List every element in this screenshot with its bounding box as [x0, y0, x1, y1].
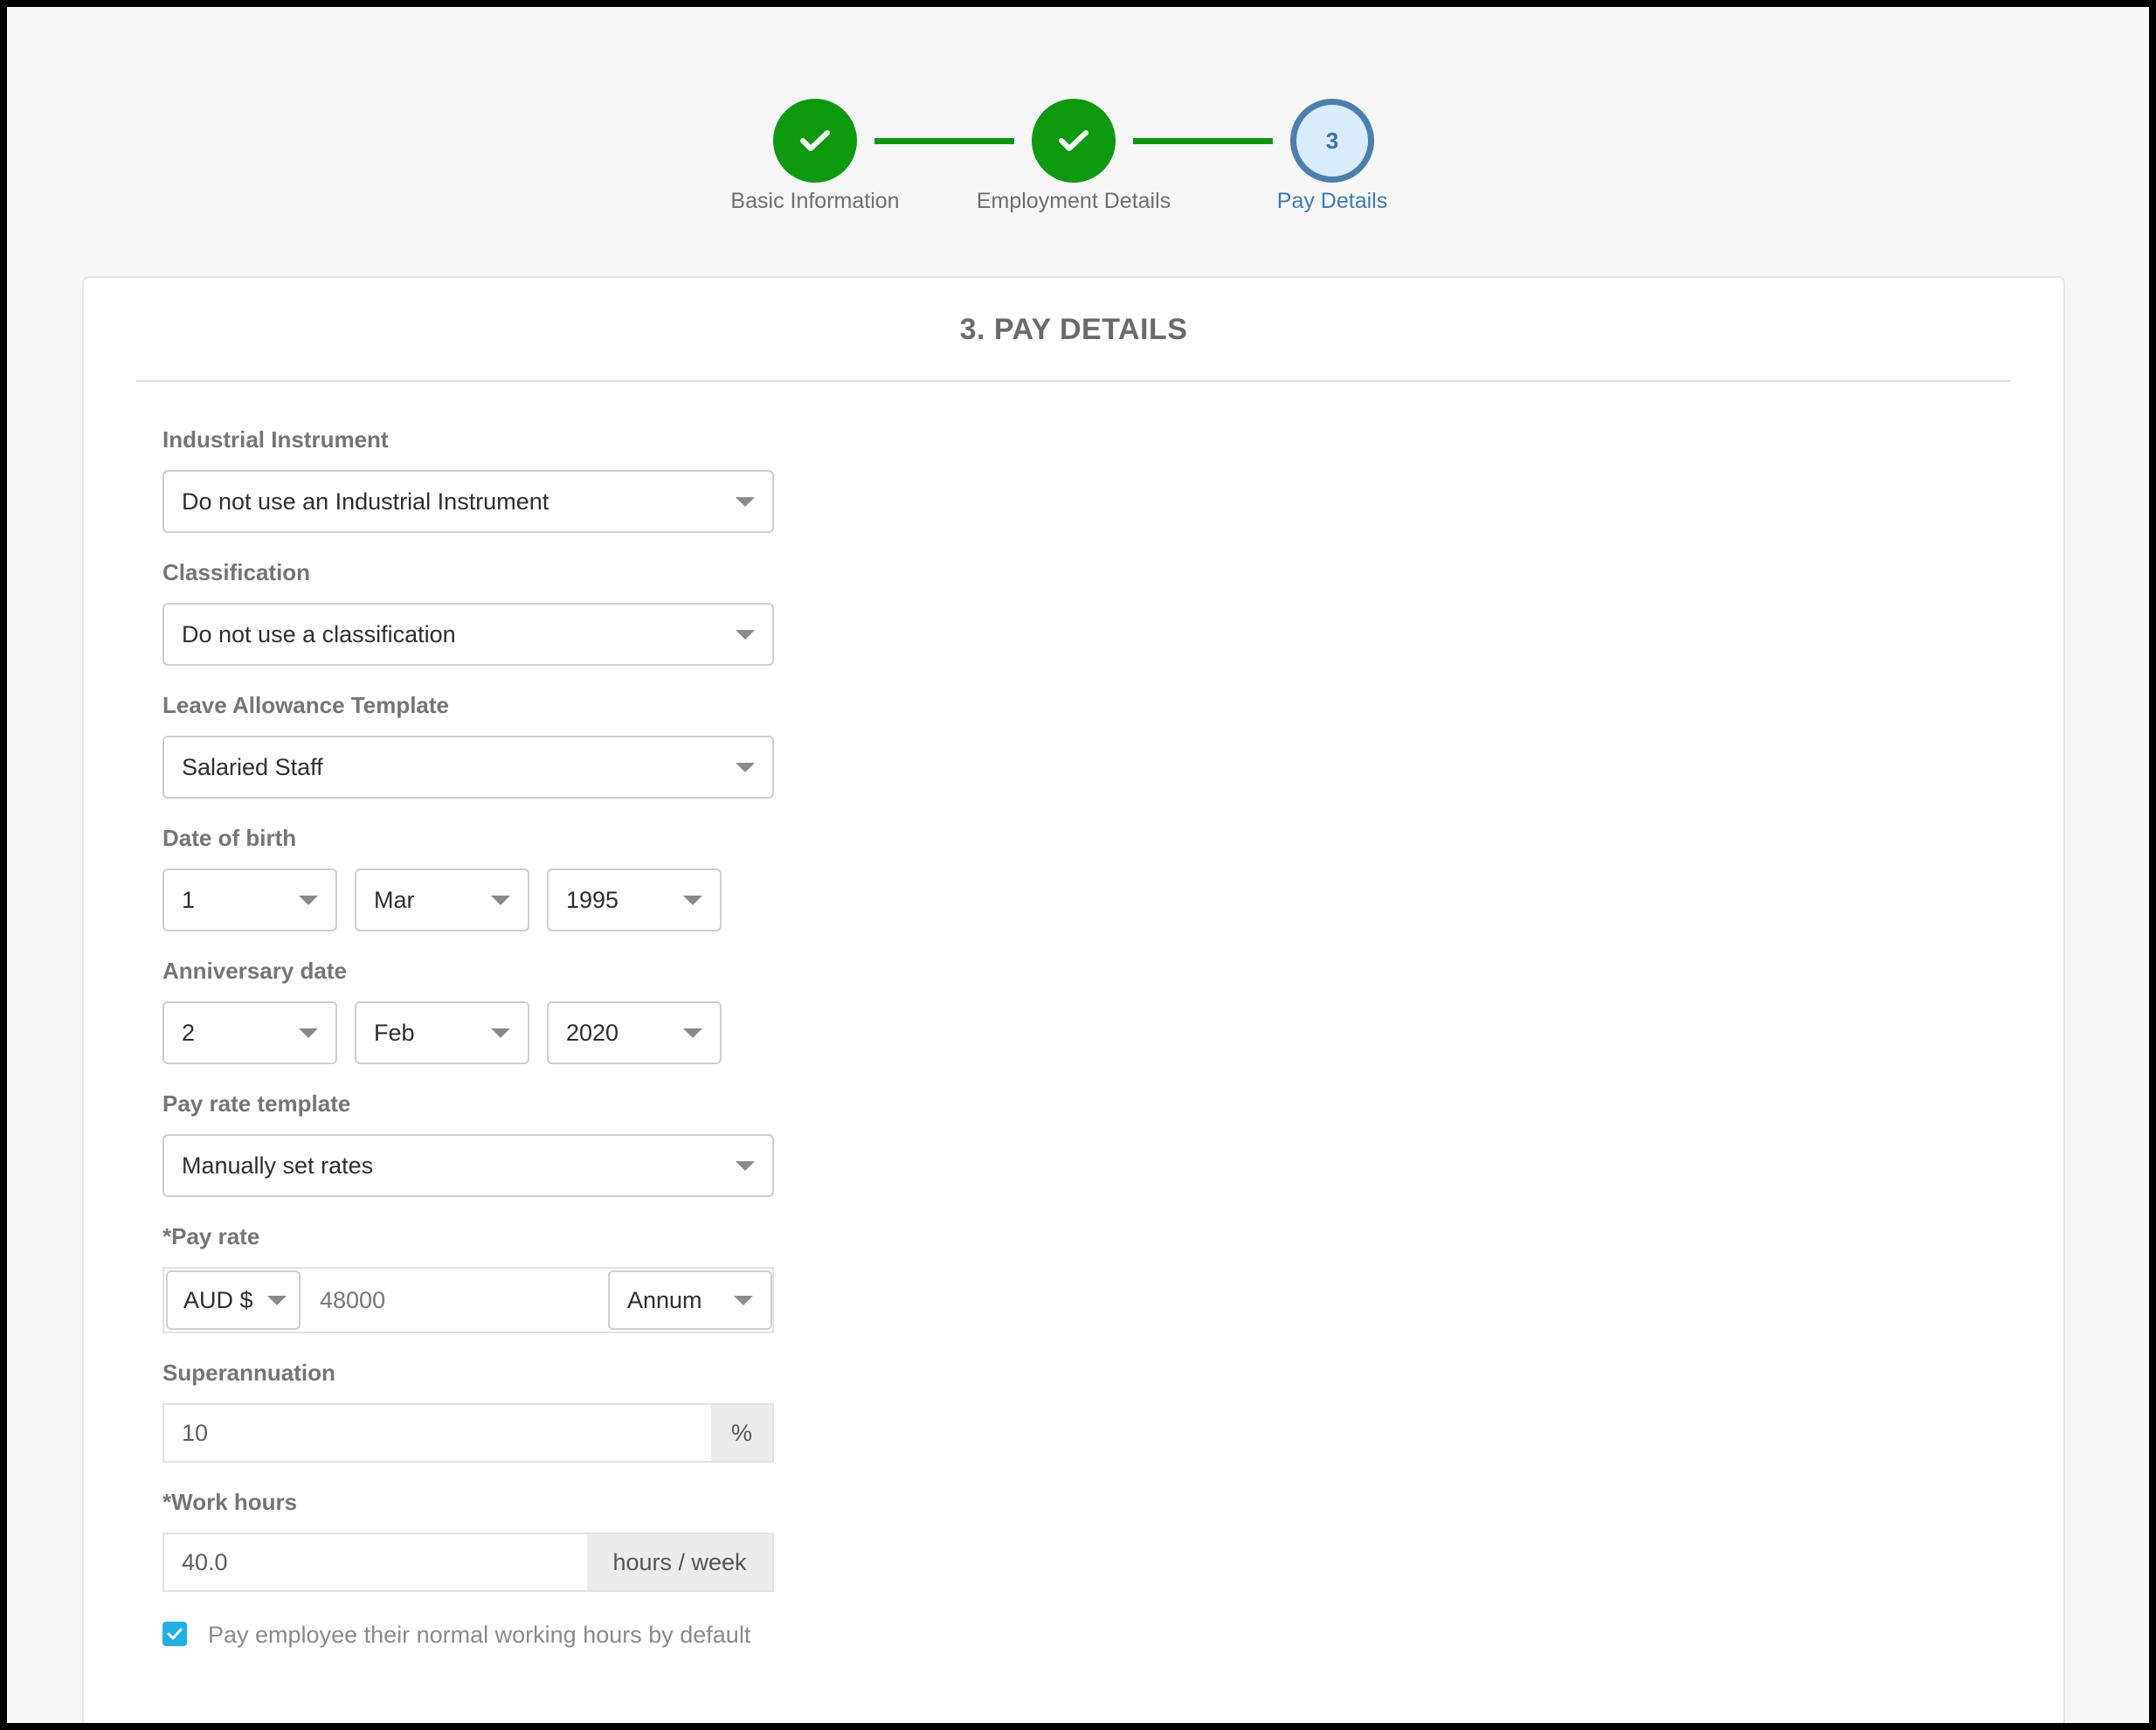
- chevron-down-icon: [683, 1028, 702, 1038]
- industrial-instrument-label: Industrial Instrument: [162, 426, 389, 453]
- select-value: Mar: [374, 886, 415, 913]
- chevron-down-icon: [267, 1296, 287, 1305]
- step-connector: [1133, 138, 1273, 144]
- classification-label: Classification: [162, 559, 311, 585]
- page: 3 Basic Information Employment Details P…: [7, 7, 2149, 1723]
- select-value: Manually set rates: [182, 1152, 374, 1179]
- select-value: Feb: [374, 1019, 415, 1046]
- chevron-down-icon: [736, 763, 755, 772]
- select-value: 1995: [566, 886, 619, 913]
- pay-rate-amount-input[interactable]: [302, 1269, 606, 1332]
- pay-rate-template-select[interactable]: Manually set rates: [162, 1134, 774, 1197]
- select-value: Do not use a classification: [182, 620, 456, 647]
- select-value: 1: [182, 886, 196, 913]
- pay-rate-group: AUD $ Annum: [162, 1267, 774, 1333]
- chevron-down-icon: [299, 1028, 318, 1038]
- leave-template-label: Leave Allowance Template: [162, 692, 450, 718]
- step-label-basic-information: Basic Information: [730, 189, 900, 213]
- section-title: 3. PAY DETAILS: [959, 313, 1188, 346]
- chevron-down-icon: [736, 630, 755, 640]
- chevron-down-icon: [299, 896, 318, 905]
- select-value: AUD $: [183, 1286, 253, 1313]
- chevron-down-icon: [736, 1161, 755, 1171]
- select-value: 2020: [566, 1019, 619, 1046]
- chevron-down-icon: [683, 896, 702, 905]
- step-2-complete[interactable]: [1032, 99, 1116, 183]
- step-label-employment-details: Employment Details: [976, 189, 1171, 213]
- work-hours-input[interactable]: [164, 1534, 589, 1590]
- step-1-complete[interactable]: [773, 99, 857, 183]
- dob-day-select[interactable]: 1: [162, 868, 337, 931]
- pay-rate-template-label: Pay rate template: [162, 1090, 351, 1117]
- select-value: Do not use an Industrial Instrument: [182, 488, 549, 515]
- pay-rate-label: *Pay rate: [162, 1223, 260, 1249]
- chevron-down-icon: [734, 1296, 753, 1305]
- select-value: Annum: [627, 1286, 702, 1313]
- anniversary-day-select[interactable]: 2: [162, 1001, 337, 1064]
- date-of-birth-label: Date of birth: [162, 825, 297, 851]
- pay-period-select[interactable]: Annum: [608, 1270, 772, 1330]
- chevron-down-icon: [736, 497, 755, 507]
- superannuation-label: Superannuation: [162, 1360, 335, 1386]
- select-value: Salaried Staff: [182, 753, 323, 780]
- chevron-down-icon: [491, 1028, 510, 1038]
- work-hours-label: *Work hours: [162, 1489, 298, 1515]
- anniversary-year-select[interactable]: 2020: [547, 1001, 722, 1064]
- normal-hours-checkbox-label[interactable]: Pay employee their normal working hours …: [208, 1622, 750, 1649]
- superannuation-group: %: [162, 1403, 774, 1463]
- checkmark-icon: [167, 1628, 183, 1640]
- anniversary-date-label: Anniversary date: [162, 958, 347, 984]
- industrial-instrument-select[interactable]: Do not use an Industrial Instrument: [162, 470, 774, 533]
- pay-details-card: 3. PAY DETAILS Industrial Instrument Do …: [82, 276, 2065, 1723]
- divider: [136, 380, 2011, 382]
- checkmark-icon: [800, 130, 830, 151]
- progress-stepper: 3 Basic Information Employment Details P…: [7, 7, 2149, 269]
- percent-addon: %: [711, 1405, 772, 1461]
- select-value: 2: [182, 1019, 196, 1046]
- hours-per-week-addon: hours / week: [587, 1534, 772, 1590]
- superannuation-input[interactable]: [164, 1405, 711, 1461]
- step-number: 3: [1325, 127, 1339, 154]
- step-connector: [874, 138, 1014, 144]
- currency-select[interactable]: AUD $: [166, 1270, 301, 1330]
- work-hours-group: hours / week: [162, 1533, 774, 1592]
- dob-year-select[interactable]: 1995: [547, 868, 722, 931]
- normal-hours-checkbox[interactable]: [162, 1622, 187, 1646]
- step-label-pay-details: Pay Details: [1276, 189, 1388, 213]
- dob-month-select[interactable]: Mar: [355, 868, 529, 931]
- anniversary-month-select[interactable]: Feb: [355, 1001, 529, 1064]
- chevron-down-icon: [491, 896, 510, 905]
- leave-template-select[interactable]: Salaried Staff: [162, 736, 774, 799]
- classification-select[interactable]: Do not use a classification: [162, 603, 774, 666]
- checkmark-icon: [1059, 130, 1088, 151]
- step-3-current[interactable]: 3: [1290, 99, 1374, 183]
- window-frame: 3 Basic Information Employment Details P…: [0, 0, 2156, 1730]
